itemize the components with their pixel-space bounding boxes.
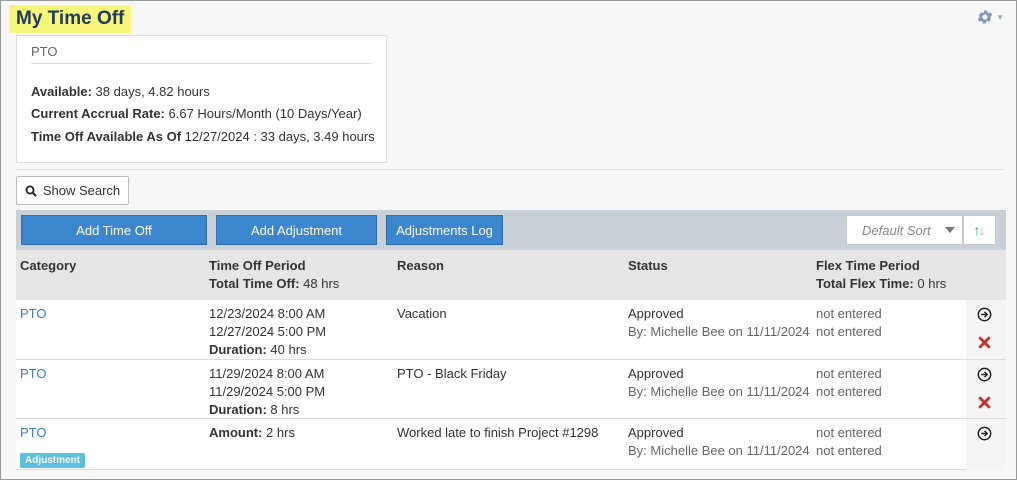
duration-label: Duration: [209,402,267,417]
show-search-button[interactable]: Show Search [16,176,129,205]
total-time-off-label: Total Time Off: [209,276,300,291]
reason-cell: Worked late to finish Project #1298 [397,425,599,440]
status-by: By: Michelle Bee on 11/11/2024 [628,443,810,458]
total-flex-time-label: Total Flex Time: [816,276,914,291]
status-text: Approved [628,366,684,381]
page-title: My Time Off [9,5,132,33]
col-reason[interactable]: Reason [397,257,444,275]
gear-icon [977,10,993,24]
table-row: PTO 12/23/2024 8:00 AM 12/27/2024 5:00 P… [16,300,1006,360]
col-time-off-period-label: Time Off Period [209,258,306,273]
accrual-value: 6.67 Hours/Month (10 Days/Year) [164,106,362,121]
flex-time-cell: not entered not entered [816,424,882,460]
period-end: 11/29/2024 5:00 PM [209,384,326,399]
accrual-label: Current Accrual Rate: [31,106,165,121]
time-off-page: My Time Off ▼ PTO Available: 38 days, 4.… [0,0,1017,480]
add-time-off-button[interactable]: Add Time Off [21,215,207,245]
status-cell: Approved By: Michelle Bee on 11/11/2024 [628,305,810,341]
asof-label: Time Off Available As Of [31,129,182,144]
table-toolbar: Add Time Off Add Adjustment Adjustments … [16,210,1006,250]
status-by: By: Michelle Bee on 11/11/2024 [628,384,810,399]
row-actions [966,300,1006,359]
total-flex-time-value: 0 hrs [913,276,947,291]
col-status[interactable]: Status [628,257,668,275]
duration-value: 40 hrs [266,342,307,357]
amount-value: 2 hrs [262,425,295,440]
status-by: By: Michelle Bee on 11/11/2024 [628,324,810,339]
available-value: 38 days, 4.82 hours [91,84,210,99]
period-end: 12/27/2024 5:00 PM [209,324,327,339]
pto-balance-card: PTO Available: 38 days, 4.82 hours Curre… [16,35,387,163]
duration-value: 8 hrs [266,402,300,417]
card-divider [31,63,372,64]
duration-label: Duration: [209,342,267,357]
asof-value: 12/27/2024 : 33 days, 3.49 hours [181,129,375,144]
arrow-circle-right-icon[interactable] [977,307,992,322]
chevron-down-icon: ▼ [996,12,1004,22]
available-line: Available: 38 days, 4.82 hours [31,84,210,99]
adjustments-log-button[interactable]: Adjustments Log [386,215,503,245]
reason-cell: Vacation [397,306,447,321]
reason-cell: PTO - Black Friday [397,366,507,381]
sort-select[interactable]: Default Sort [846,215,963,245]
table-row: PTO 11/29/2024 8:00 AM 11/29/2024 5:00 P… [16,360,1006,419]
total-flex-time: Total Flex Time: 0 hrs [816,275,946,293]
category-link[interactable]: PTO [20,366,47,381]
table-body: PTO 12/23/2024 8:00 AM 12/27/2024 5:00 P… [16,300,1006,470]
col-flex-time[interactable]: Flex Time Period Total Flex Time: 0 hrs [816,257,946,293]
amount-label: Amount: [209,425,263,440]
flex-end: not entered [816,384,882,399]
settings-menu[interactable]: ▼ [976,8,1004,26]
flex-start: not entered [816,306,882,321]
amount-cell: Amount: 2 hrs [209,424,295,442]
dropdown-caret-icon [945,227,955,233]
status-cell: Approved By: Michelle Bee on 11/11/2024 [628,365,810,401]
arrow-circle-right-icon[interactable] [977,426,992,441]
table-row: PTO Adjustment Amount: 2 hrs Worked late… [16,419,1006,470]
period-start: 11/29/2024 8:00 AM [209,366,325,381]
status-cell: Approved By: Michelle Bee on 11/11/2024 [628,424,810,460]
arrow-circle-right-icon[interactable] [977,367,992,382]
add-adjustment-button[interactable]: Add Adjustment [216,215,377,245]
card-title: PTO [31,44,58,59]
status-text: Approved [628,425,684,440]
col-time-off-period[interactable]: Time Off Period Total Time Off: 48 hrs [209,257,339,293]
time-off-period-cell: 11/29/2024 8:00 AM 11/29/2024 5:00 PM Du… [209,365,325,419]
sort-arrows-icon: ↑↓ [973,222,986,238]
flex-time-cell: not entered not entered [816,365,882,401]
category-link[interactable]: PTO [20,425,47,440]
table-header: Category Time Off Period Total Time Off:… [16,250,1006,300]
available-label: Available: [31,84,92,99]
status-text: Approved [628,306,684,321]
row-actions [966,360,1006,418]
time-off-period-cell: 12/23/2024 8:00 AM 12/27/2024 5:00 PM Du… [209,305,326,359]
flex-time-cell: not entered not entered [816,305,882,341]
section-divider [16,169,1004,170]
sort-direction-button[interactable]: ↑↓ [963,215,996,245]
category-link[interactable]: PTO [20,306,47,321]
flex-end: not entered [816,324,882,339]
available-as-of-line: Time Off Available As Of 12/27/2024 : 33… [31,129,375,144]
flex-start: not entered [816,366,882,381]
show-search-label: Show Search [42,183,121,198]
accrual-line: Current Accrual Rate: 6.67 Hours/Month (… [31,106,362,121]
period-start: 12/23/2024 8:00 AM [209,306,326,321]
delete-x-icon[interactable] [978,336,991,349]
total-time-off: Total Time Off: 48 hrs [209,275,339,293]
flex-start: not entered [816,425,882,440]
sort-select-value: Default Sort [862,222,931,238]
delete-x-icon[interactable] [978,396,991,409]
col-flex-time-label: Flex Time Period [816,258,920,273]
col-category[interactable]: Category [20,257,76,275]
row-actions [966,419,1006,470]
adjustment-badge: Adjustment [20,453,85,468]
duration: Duration: 8 hrs [209,401,325,419]
total-time-off-value: 48 hrs [299,276,340,291]
flex-end: not entered [816,443,882,458]
search-icon [25,185,37,197]
duration: Duration: 40 hrs [209,341,326,359]
